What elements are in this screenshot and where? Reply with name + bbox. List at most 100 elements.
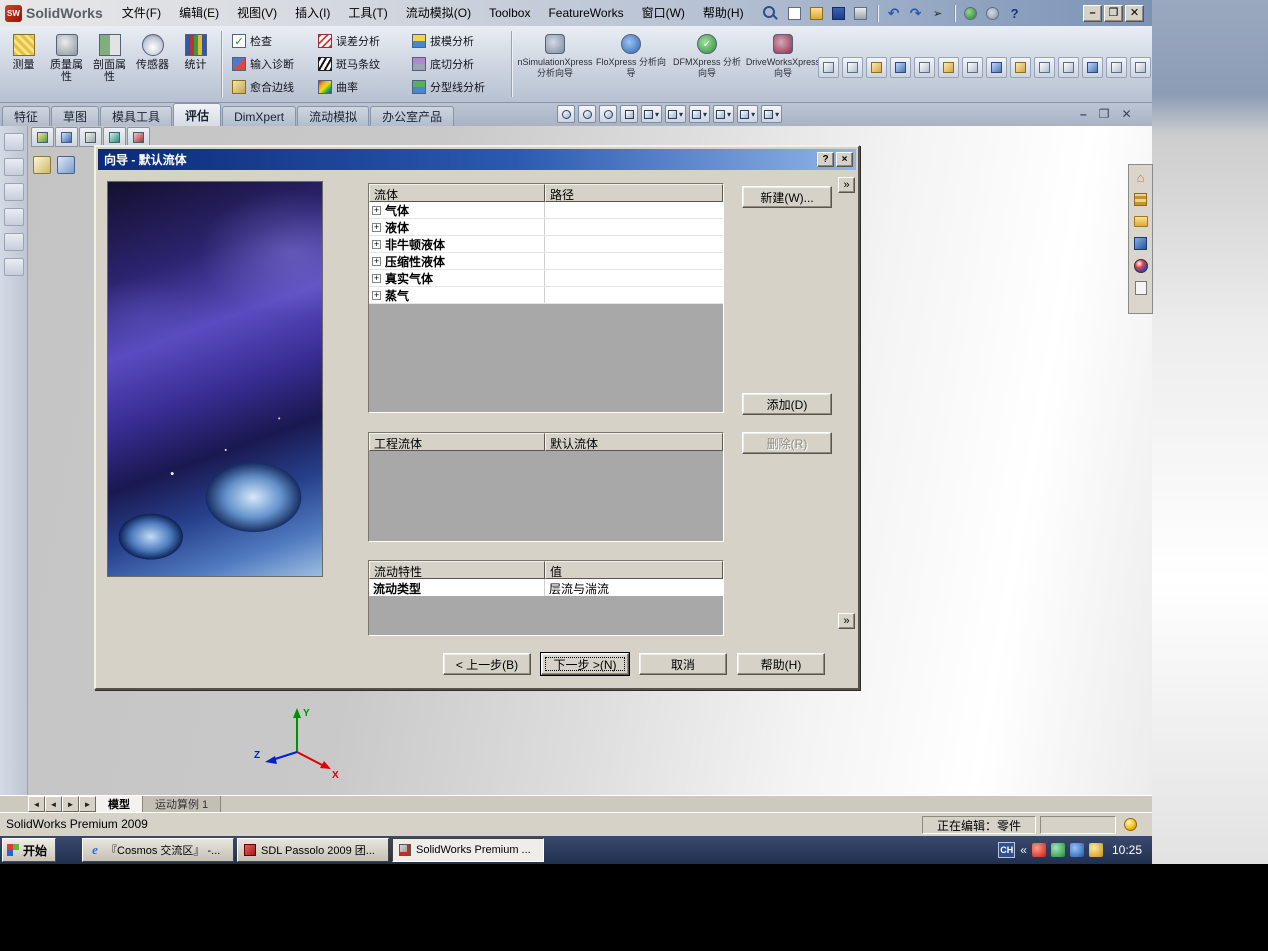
tab-flow-simulation[interactable]: 流动模拟	[297, 106, 370, 126]
simulationxpress-button[interactable]: nSimulationXpress 分析向导	[517, 28, 593, 100]
redo-icon[interactable]	[906, 3, 926, 23]
next-button[interactable]: 下一步 >(N)	[540, 652, 630, 676]
app-restore-button[interactable]: ❐	[1104, 4, 1123, 22]
dfmxpress-button[interactable]: DFMXpress 分析向导	[669, 28, 745, 100]
more-options-bottom-icon[interactable]: »	[838, 613, 855, 629]
fluid-row-gases[interactable]: + 气体	[369, 202, 723, 219]
menu-help[interactable]: 帮助(H)	[694, 0, 753, 26]
taskbar-item-passolo[interactable]: SDL Passolo 2009 团...	[237, 838, 390, 862]
view-palette-icon[interactable]	[1131, 234, 1150, 253]
help-button[interactable]: 帮助(H)	[737, 653, 825, 675]
zoom-in-out-icon[interactable]	[599, 105, 617, 123]
characteristic-column-header[interactable]: 流动特性	[369, 561, 545, 579]
scroll-left-icon[interactable]: ◄	[45, 796, 62, 812]
flow-type-row[interactable]: 流动类型 层流与湍流	[369, 579, 723, 596]
heal-edges-button[interactable]: 愈合边线	[227, 76, 309, 98]
open-icon[interactable]	[807, 3, 827, 23]
new-document-icon[interactable]	[785, 3, 805, 23]
section-properties-button[interactable]: 剖面属性	[88, 28, 131, 100]
more-options-top-icon[interactable]: »	[838, 177, 855, 193]
annotations-folder-icon[interactable]	[57, 156, 75, 174]
hide-show-items-icon[interactable]	[713, 105, 735, 123]
project-fluids-column-header[interactable]: 工程流体	[369, 433, 545, 451]
select-icon[interactable]	[928, 3, 948, 23]
part-node-icon[interactable]	[33, 156, 51, 174]
sketch-tool-icon[interactable]	[3, 133, 24, 151]
statistics-button[interactable]: 统计	[174, 28, 217, 100]
quick-launch-ie-icon[interactable]	[59, 838, 79, 862]
doc-close-button[interactable]: ✕	[1121, 107, 1131, 121]
menu-edit[interactable]: 编辑(E)	[170, 0, 228, 26]
undo-icon[interactable]	[884, 3, 904, 23]
taskbar-item-browser[interactable]: 『Cosmos 交流区』 -...	[82, 838, 235, 862]
fluid-row-steam[interactable]: + 蒸气	[369, 287, 723, 304]
fluid-row-non-newtonian[interactable]: + 非牛顿液体	[369, 236, 723, 253]
path-column-header[interactable]: 路径	[545, 184, 723, 202]
taskbar-item-solidworks[interactable]: SolidWorks Premium ...	[392, 838, 545, 862]
toolbar-icon[interactable]	[1010, 57, 1031, 78]
view-orientation-icon[interactable]	[665, 105, 687, 123]
options-icon[interactable]	[983, 3, 1003, 23]
toolbar-icon[interactable]	[938, 57, 959, 78]
toolbar-icon[interactable]	[986, 57, 1007, 78]
menu-file[interactable]: 文件(F)	[113, 0, 170, 26]
propertymanager-tab-icon[interactable]	[55, 127, 78, 147]
menu-tools[interactable]: 工具(T)	[339, 0, 396, 26]
default-fluid-column-header[interactable]: 默认流体	[545, 433, 723, 451]
file-explorer-icon[interactable]	[1131, 212, 1150, 231]
tab-evaluate[interactable]: 评估	[173, 103, 222, 126]
menu-window[interactable]: 窗口(W)	[633, 0, 694, 26]
toolbar-icon[interactable]	[1058, 57, 1079, 78]
fluid-row-compressible[interactable]: + 压缩性液体	[369, 253, 723, 270]
zoom-fit-icon[interactable]	[557, 105, 575, 123]
menu-insert[interactable]: 插入(I)	[286, 0, 339, 26]
toolbar-icon[interactable]	[962, 57, 983, 78]
dialog-help-button[interactable]: ?	[817, 152, 834, 167]
quick-tips-icon[interactable]	[1124, 818, 1137, 831]
featuremanager-tree-tab-icon[interactable]	[31, 127, 54, 147]
curvature-button[interactable]: 曲率	[313, 76, 403, 98]
remove-fluid-button[interactable]: 删除(R)	[742, 432, 832, 454]
driveworksxpress-button[interactable]: DriveWorksXpress 向导	[745, 28, 821, 100]
clock[interactable]: 10:25	[1112, 843, 1142, 857]
rebuild-icon[interactable]	[961, 3, 981, 23]
save-icon[interactable]	[829, 3, 849, 23]
draft-analysis-button[interactable]: 拔模分析	[407, 30, 507, 52]
fluid-row-real-gases[interactable]: + 真实气体	[369, 270, 723, 287]
sensor-button[interactable]: 传感器	[131, 28, 174, 100]
menu-flow-simulation[interactable]: 流动模拟(O)	[397, 0, 480, 26]
toolbar-icon[interactable]	[1082, 57, 1103, 78]
language-indicator[interactable]: CH	[998, 842, 1016, 858]
parting-line-analysis-button[interactable]: 分型线分析	[407, 76, 507, 98]
tray-expand-icon[interactable]: «	[1020, 843, 1027, 857]
dimension-tool-icon[interactable]	[3, 158, 24, 176]
scroll-first-icon[interactable]: ◄	[28, 796, 45, 812]
zoom-area-icon[interactable]	[578, 105, 596, 123]
toolbar-icon[interactable]	[866, 57, 887, 78]
configurationmanager-tab-icon[interactable]	[79, 127, 102, 147]
expand-icon[interactable]: +	[372, 273, 381, 283]
floxpress-button[interactable]: FloXpress 分析向导	[593, 28, 669, 100]
toolbar-icon[interactable]	[1034, 57, 1055, 78]
toolbar-icon[interactable]	[1106, 57, 1127, 78]
print-icon[interactable]	[851, 3, 871, 23]
relation-tool-icon[interactable]	[3, 183, 24, 201]
expand-icon[interactable]: +	[372, 222, 381, 232]
doc-minimize-button[interactable]: –	[1080, 107, 1087, 121]
model-tab[interactable]: 模型	[96, 796, 143, 812]
dialog-close-button[interactable]: ×	[836, 152, 853, 167]
dialog-titlebar[interactable]: 向导 - 默认流体 ? ×	[98, 149, 856, 170]
tray-icon-1[interactable]	[1031, 843, 1046, 857]
trim-tool-icon[interactable]	[3, 208, 24, 226]
deviation-analysis-button[interactable]: 误差分析	[313, 30, 403, 52]
toolbar-icon[interactable]	[890, 57, 911, 78]
tab-office-products[interactable]: 办公室产品	[370, 106, 455, 126]
offset-tool-icon[interactable]	[3, 258, 24, 276]
appearances-tab-icon[interactable]	[127, 127, 150, 147]
app-minimize-button[interactable]: –	[1083, 4, 1102, 22]
tray-icon-4[interactable]	[1088, 843, 1103, 857]
tray-icon-3[interactable]	[1069, 843, 1084, 857]
scroll-right-icon[interactable]: ►	[62, 796, 79, 812]
menu-toolbox[interactable]: Toolbox	[480, 0, 539, 26]
add-fluid-button[interactable]: 添加(D)	[742, 393, 832, 415]
